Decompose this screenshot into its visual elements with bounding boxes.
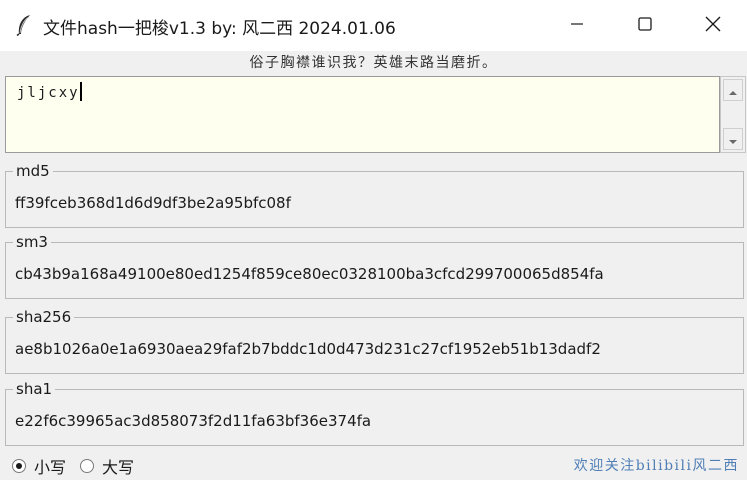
sha256-label: sha256 (13, 308, 75, 326)
sha1-value[interactable]: e22f6c39965ac3d858073f2d11fa63bf36e374fa (15, 412, 371, 430)
maximize-icon (638, 16, 652, 35)
uppercase-label: 大写 (102, 458, 135, 477)
sm3-value[interactable]: cb43b9a168a49100e80ed1254f859ce80ec03281… (15, 265, 604, 283)
sm3-group: sm3 cb43b9a168a49100e80ed1254f859ce80ec0… (5, 233, 744, 299)
input-scrollbar[interactable] (720, 76, 746, 153)
maximize-button[interactable] (611, 0, 679, 51)
motto-text: 俗子胸襟谁识我？英雄末路当磨折。 (249, 55, 498, 71)
close-icon (705, 16, 721, 36)
arrow-down-icon (728, 130, 738, 149)
sha256-value[interactable]: ae8b1026a0e1a6930aea29faf2b7bddc1d0d473d… (15, 340, 601, 358)
md5-value[interactable]: ff39fceb368d1d6d9df3be2a95bfc08f (15, 194, 291, 212)
sm3-label: sm3 (13, 233, 51, 251)
text-caret (79, 82, 82, 101)
title-bar[interactable]: 文件hash一把梭v1.3 by: 风二西 2024.01.06 (0, 0, 747, 51)
uppercase-radio[interactable]: 大写 (80, 454, 134, 478)
sha1-group: sha1 e22f6c39965ac3d858073f2d11fa63bf36e… (5, 380, 744, 446)
close-button[interactable] (679, 0, 747, 51)
md5-label: md5 (13, 162, 53, 180)
lowercase-label: 小写 (34, 458, 67, 477)
window-title: 文件hash一把梭v1.3 by: 风二西 2024.01.06 (43, 19, 396, 39)
feather-icon (15, 14, 35, 37)
app-window: 文件hash一把梭v1.3 by: 风二西 2024.01.06 俗子胸襟谁识我… (0, 0, 747, 480)
arrow-up-icon (728, 81, 738, 100)
lowercase-radio[interactable]: 小写 (12, 454, 66, 478)
minimize-icon (570, 16, 584, 35)
case-options: 小写 大写 (12, 455, 148, 477)
sha256-group: sha256 ae8b1026a0e1a6930aea29faf2b7bddc1… (5, 308, 744, 374)
bilibili-link[interactable]: 欢迎关注bilibili风二西 (574, 455, 739, 477)
md5-group: md5 ff39fceb368d1d6d9df3be2a95bfc08f (5, 162, 744, 228)
radio-unchecked-indicator[interactable] (80, 459, 95, 473)
text-input[interactable]: jljcxy (5, 76, 720, 153)
scroll-down-button[interactable] (723, 128, 743, 150)
minimize-button[interactable] (543, 0, 611, 51)
input-value: jljcxy (17, 82, 82, 101)
sha1-label: sha1 (13, 380, 56, 398)
scroll-up-button[interactable] (723, 79, 743, 101)
radio-checked-indicator[interactable] (12, 459, 26, 473)
